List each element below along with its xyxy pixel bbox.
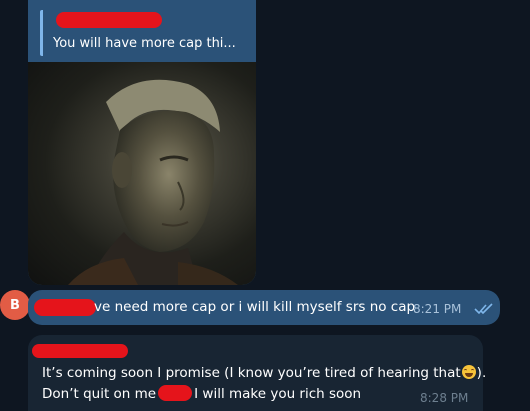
photo-attachment[interactable] xyxy=(28,62,256,285)
redacted-text xyxy=(34,299,96,316)
photo-icon xyxy=(68,79,238,285)
incoming-message-line-1: It’s coming soon I promise (I know you’r… xyxy=(42,365,486,381)
outgoing-message-bubble[interactable]: ve need more cap or i will kill myself s… xyxy=(28,290,500,325)
double-check-icon xyxy=(474,303,493,315)
incoming-message-line-1-end: ). xyxy=(476,365,487,381)
incoming-message-line-2-end: I will make you rich soon xyxy=(194,386,362,402)
incoming-message-line-2: Don’t quit on me I will make you rich soo… xyxy=(42,385,361,402)
incoming-message-time: 8:28 PM xyxy=(420,391,469,405)
redacted-text xyxy=(158,385,193,401)
redacted-sender-name xyxy=(32,344,128,358)
outgoing-message-text: ve need more cap or i will kill myself s… xyxy=(94,299,416,315)
avatar-initial: B xyxy=(10,297,20,313)
incoming-message-line-1-text: It’s coming soon I promise (I know you’r… xyxy=(42,365,461,381)
media-message-bubble[interactable]: You will have more cap thi... xyxy=(28,0,256,285)
reply-preview-text: You will have more cap thi... xyxy=(53,36,236,51)
reply-preview[interactable]: You will have more cap thi... xyxy=(40,10,243,56)
incoming-message-line-2-start: Don’t quit on me xyxy=(42,386,157,402)
incoming-message-bubble[interactable]: It’s coming soon I promise (I know you’r… xyxy=(28,335,486,411)
laughing-emoji-icon xyxy=(461,365,476,379)
sender-avatar[interactable]: B xyxy=(0,290,30,320)
outgoing-message-time: 8:21 PM xyxy=(413,302,462,316)
